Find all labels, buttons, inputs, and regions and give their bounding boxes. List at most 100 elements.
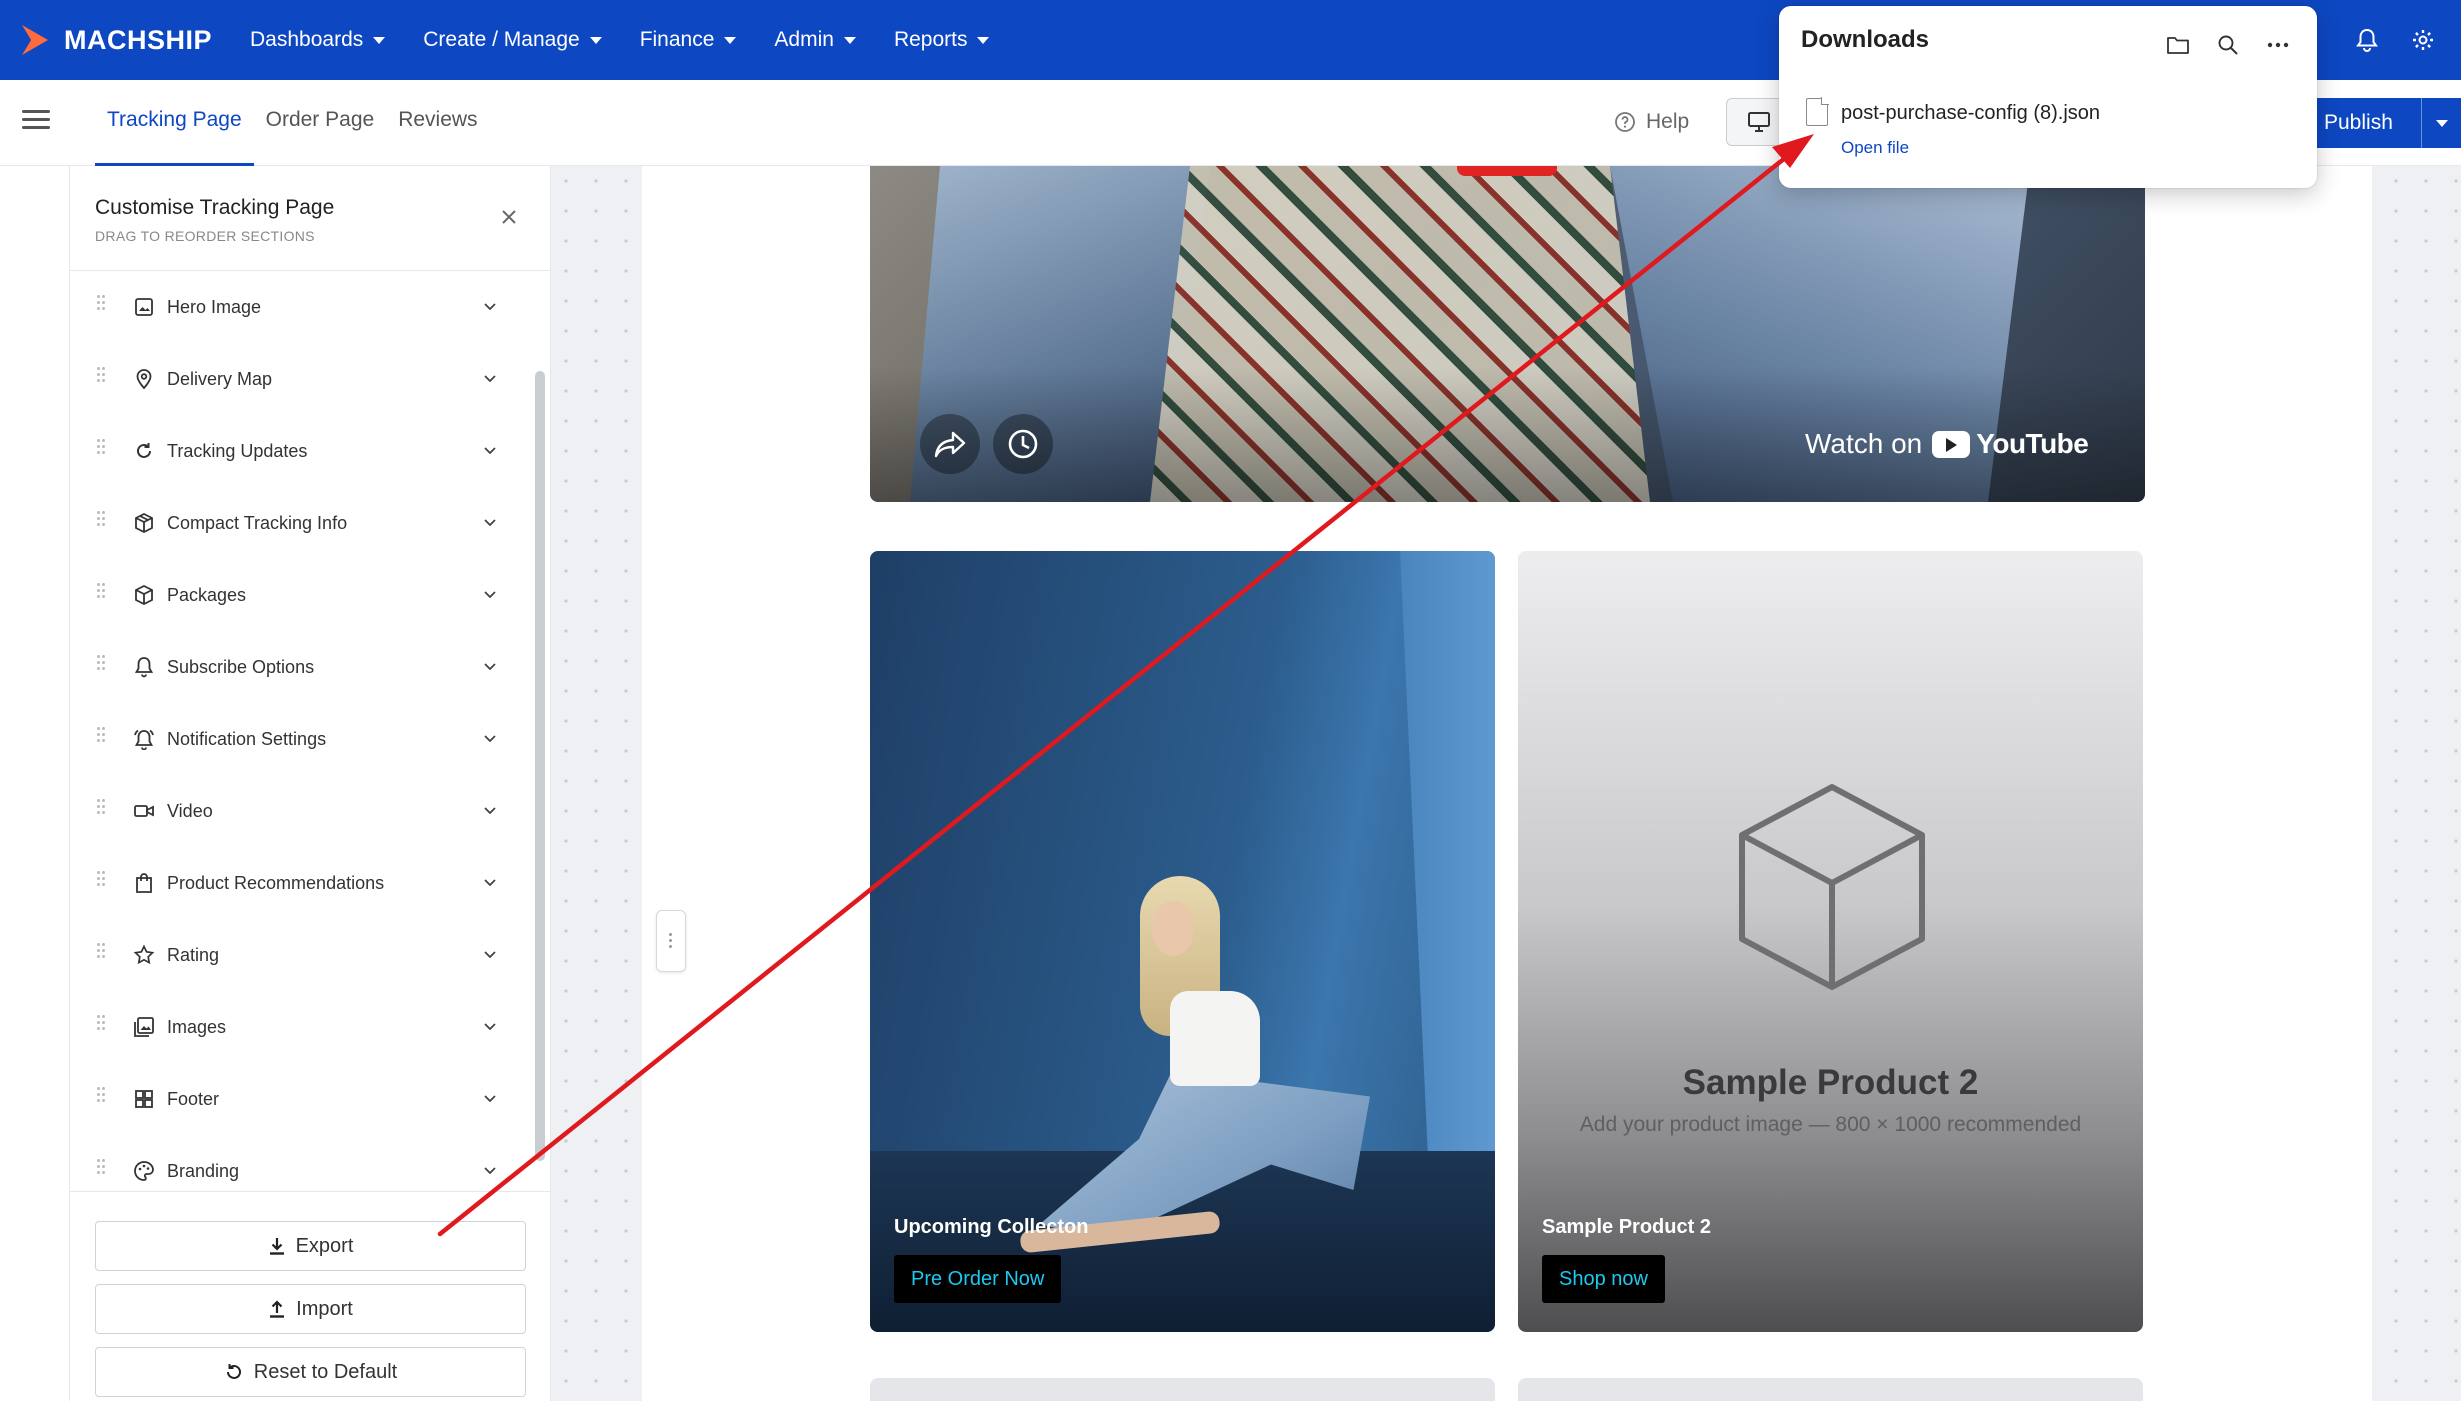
caret-down-icon: [589, 36, 602, 44]
upload-icon: [270, 1300, 285, 1318]
resize-handle-icon[interactable]: [656, 910, 686, 972]
nav-dashboards-label: Dashboards: [250, 28, 364, 51]
shop-now-button[interactable]: Shop now: [1542, 1255, 1665, 1303]
chevron-down-icon[interactable]: [483, 806, 497, 816]
machship-logo[interactable]: MACHSHIP: [20, 23, 212, 57]
drag-handle-icon[interactable]: [97, 1087, 107, 1107]
nav-admin[interactable]: Admin: [774, 28, 856, 52]
video-red-marker: [1457, 166, 1557, 176]
page-tabs: Tracking Page Order Page Reviews: [95, 80, 490, 166]
chevron-down-icon[interactable]: [483, 1094, 497, 1104]
section-label: Video: [167, 800, 213, 821]
chevron-down-icon[interactable]: [483, 590, 497, 600]
top-right-icons: [2339, 0, 2451, 80]
search-icon[interactable]: [2203, 20, 2253, 70]
drag-handle-icon[interactable]: [97, 1015, 107, 1035]
chevron-down-icon[interactable]: [483, 518, 497, 528]
watch-on-youtube-link[interactable]: Watch on YouTube: [1805, 428, 2089, 460]
chevron-down-icon[interactable]: [483, 1022, 497, 1032]
share-icon[interactable]: [920, 414, 980, 474]
menu-hamburger-icon[interactable]: [22, 110, 50, 134]
section-product-recommendations[interactable]: Product Recommendations: [70, 847, 530, 919]
section-video[interactable]: Video: [70, 775, 530, 847]
section-footer[interactable]: Footer: [70, 1063, 530, 1135]
section-branding[interactable]: Branding: [70, 1135, 530, 1191]
panel-subtitle: DRAG TO REORDER SECTIONS: [95, 228, 315, 244]
drag-handle-icon[interactable]: [97, 511, 107, 531]
nav-finance-label: Finance: [639, 28, 715, 51]
reset-icon: [226, 1364, 241, 1379]
product-card-upcoming-collection[interactable]: Upcoming Collecton Pre Order Now: [870, 551, 1495, 1332]
nav-reports[interactable]: Reports: [894, 28, 990, 52]
close-icon[interactable]: [498, 206, 520, 228]
drag-handle-icon[interactable]: [97, 439, 107, 459]
folder-icon[interactable]: [2153, 20, 2203, 70]
chevron-down-icon[interactable]: [483, 446, 497, 456]
downloaded-file-name[interactable]: post-purchase-config (8).json: [1841, 102, 2100, 125]
reset-to-default-button[interactable]: Reset to Default: [95, 1347, 526, 1397]
next-card-partial: [1518, 1378, 2143, 1401]
drag-handle-icon[interactable]: [97, 871, 107, 891]
help-button[interactable]: Help: [1614, 110, 1689, 134]
shopping-bag-icon: [131, 870, 157, 896]
section-tracking-updates[interactable]: Tracking Updates: [70, 415, 530, 487]
product-card-sample-product-2[interactable]: Sample Product 2 Add your product image …: [1518, 551, 2143, 1332]
nav-finance[interactable]: Finance: [640, 28, 737, 52]
layout-grid-icon: [131, 1086, 157, 1112]
drag-handle-icon[interactable]: [97, 799, 107, 819]
drag-handle-icon[interactable]: [97, 367, 107, 387]
drag-handle-icon[interactable]: [97, 727, 107, 747]
drag-handle-icon[interactable]: [97, 1159, 107, 1179]
import-button[interactable]: Import: [95, 1284, 526, 1334]
section-compact-tracking-info[interactable]: Compact Tracking Info: [70, 487, 530, 559]
panel-actions: Export Import Reset to Default: [70, 1191, 551, 1401]
export-button[interactable]: Export: [95, 1221, 526, 1271]
card-image-detail: [1170, 991, 1260, 1086]
publish-dropdown-caret-icon[interactable]: [2421, 98, 2461, 148]
image-icon: [131, 294, 157, 320]
tab-order-page[interactable]: Order Page: [254, 80, 387, 166]
section-label: Compact Tracking Info: [167, 512, 348, 533]
chevron-down-icon[interactable]: [483, 1166, 497, 1176]
more-options-icon[interactable]: [2253, 20, 2303, 70]
youtube-play-icon: [1932, 430, 1971, 458]
chevron-down-icon[interactable]: [483, 302, 497, 312]
chevron-down-icon[interactable]: [483, 878, 497, 888]
card-caption: Sample Product 2: [1542, 1216, 1711, 1238]
downloads-panel: Downloads post-purchase-config (8).json …: [1779, 6, 2317, 188]
section-label: Notification Settings: [167, 728, 327, 749]
open-file-link[interactable]: Open file: [1841, 138, 1909, 158]
drag-handle-icon[interactable]: [97, 943, 107, 963]
publish-button[interactable]: Publish: [2304, 98, 2461, 148]
chevron-down-icon[interactable]: [483, 950, 497, 960]
section-images[interactable]: Images: [70, 991, 530, 1063]
section-packages[interactable]: Packages: [70, 559, 530, 631]
images-icon: [131, 1014, 157, 1040]
video-embed[interactable]: Watch on YouTube: [870, 166, 2145, 502]
settings-gear-icon[interactable]: [2395, 12, 2451, 68]
section-delivery-map[interactable]: Delivery Map: [70, 343, 530, 415]
drag-handle-icon[interactable]: [97, 655, 107, 675]
customise-panel: Customise Tracking Page DRAG TO REORDER …: [70, 166, 551, 1401]
tab-tracking-page[interactable]: Tracking Page: [95, 80, 254, 166]
tab-reviews[interactable]: Reviews: [386, 80, 489, 166]
downloads-title: Downloads: [1801, 26, 1930, 53]
panel-title: Customise Tracking Page: [95, 196, 335, 219]
pre-order-now-button[interactable]: Pre Order Now: [894, 1255, 1062, 1303]
section-notification-settings[interactable]: Notification Settings: [70, 703, 530, 775]
product-title: Sample Product 2: [1682, 1063, 1979, 1102]
nav-create-manage[interactable]: Create / Manage: [423, 28, 602, 52]
section-subscribe-options[interactable]: Subscribe Options: [70, 631, 530, 703]
watch-later-clock-icon[interactable]: [993, 414, 1053, 474]
section-rating[interactable]: Rating: [70, 919, 530, 991]
nav-dashboards[interactable]: Dashboards: [250, 28, 386, 52]
bell-icon[interactable]: [2339, 12, 2395, 68]
drag-handle-icon[interactable]: [97, 295, 107, 315]
card-caption: Upcoming Collecton: [894, 1216, 1089, 1238]
section-hero-image[interactable]: Hero Image: [70, 271, 530, 343]
chevron-down-icon[interactable]: [483, 662, 497, 672]
chevron-down-icon[interactable]: [483, 734, 497, 744]
panel-scrollbar[interactable]: [535, 371, 545, 1161]
chevron-down-icon[interactable]: [483, 374, 497, 384]
drag-handle-icon[interactable]: [97, 583, 107, 603]
